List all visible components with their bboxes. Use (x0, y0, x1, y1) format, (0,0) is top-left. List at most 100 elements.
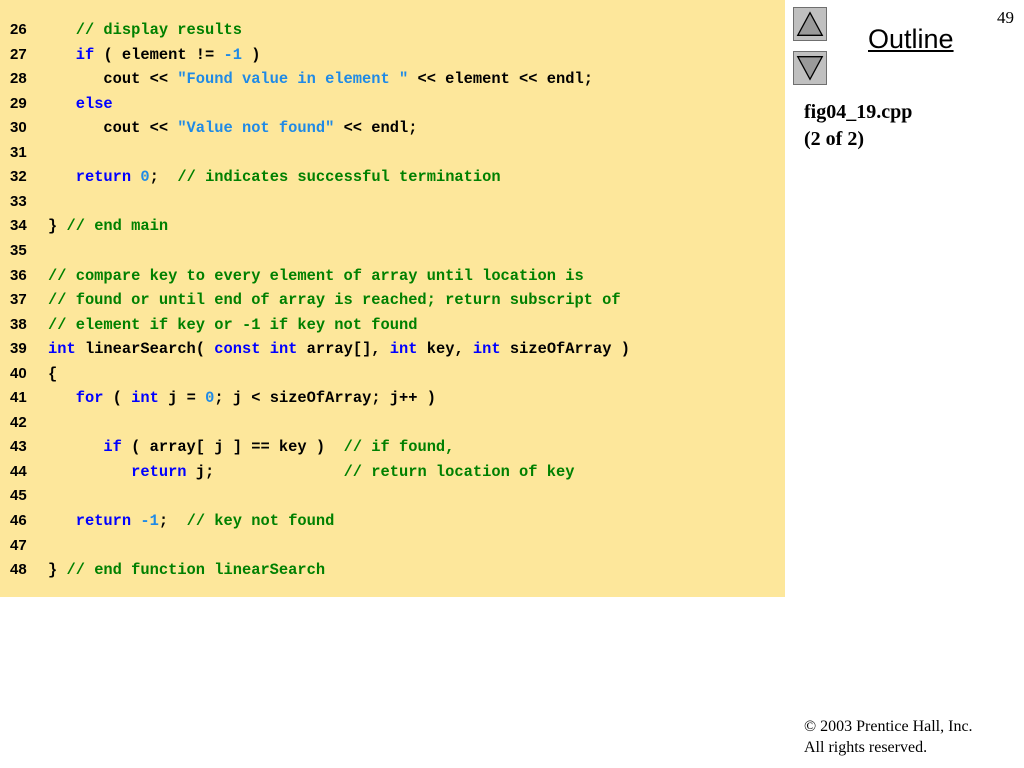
code-token-num: -1 (140, 512, 159, 530)
code-token-plain: } (48, 217, 67, 236)
line-number: 43 (10, 438, 27, 456)
code-token-plain: array[], (297, 340, 390, 359)
code-token-kw: return (75, 512, 132, 530)
code-text: // compare key to every element of array… (48, 264, 584, 288)
code-text: } // end function linearSearch (48, 558, 325, 582)
triangle-up-icon[interactable] (793, 7, 827, 41)
line-number: 27 (10, 45, 27, 63)
line-number: 29 (10, 94, 27, 112)
line-number: 32 (10, 168, 27, 186)
code-token-plain: j = (158, 389, 206, 408)
code-text: return 0; // indicates successful termin… (48, 165, 501, 189)
code-panel: 26 // display results 27 if ( element != … (0, 0, 785, 597)
code-token-plain: ( element != (94, 45, 224, 64)
code-token-plain: cout << (48, 119, 178, 138)
code-token-kw: if (75, 45, 95, 64)
code-token-plain: ) (242, 45, 261, 64)
file-part: (2 of 2) (804, 128, 864, 150)
page-number: 49 (997, 8, 1014, 27)
line-number: 46 (10, 512, 27, 529)
code-token-kw: int (269, 340, 298, 359)
code-token-comment: // element if key or -1 if key not found (48, 315, 418, 334)
line-number: 28 (10, 70, 27, 88)
code-token-comment: // end main (66, 217, 169, 236)
line-number: 41 (10, 389, 27, 407)
line-number: 48 (10, 561, 27, 579)
line-number: 45 (10, 487, 27, 505)
line-number: 30 (10, 119, 27, 137)
triangle-down-icon[interactable] (793, 51, 827, 85)
code-text: return j; // return location of key (48, 460, 574, 484)
code-token-plain: ; (149, 168, 178, 187)
code-token-str: "Found value in element " (177, 70, 409, 89)
code-token-plain: << endl; (334, 119, 418, 138)
line-number: 26 (10, 21, 27, 38)
file-name: fig04_19.cpp (804, 101, 913, 123)
code-text: return -1; // key not found (48, 509, 335, 533)
code-token-num: 0 (205, 389, 215, 408)
code-text: cout << "Value not found" << endl; (48, 116, 417, 140)
line-number: 39 (10, 340, 27, 358)
code-token-plain: ( (103, 389, 132, 408)
code-token-plain: j; (186, 462, 344, 481)
code-token-kw: int (131, 389, 159, 408)
line-number: 36 (10, 266, 27, 284)
code-token-plain: sizeOfArray ) (500, 340, 630, 359)
code-token-comment: // compare key to every element of array… (48, 266, 584, 285)
outline-link[interactable]: Outline (868, 24, 954, 55)
code-token-kw: const (214, 340, 261, 359)
code-text: if ( element != -1 ) (48, 43, 261, 67)
code-token-kw: for (75, 389, 104, 408)
copyright-line-2: All rights reserved. (804, 739, 928, 756)
code-text: // element if key or -1 if key not found (48, 313, 417, 337)
code-text: cout << "Found value in element " << ele… (48, 67, 593, 91)
code-token-num: 0 (140, 168, 150, 187)
line-number: 40 (10, 364, 27, 382)
line-number: 47 (10, 536, 27, 554)
code-token-plain: ( array[ j ] == key ) (121, 438, 344, 457)
code-token-plain: << element << endl; (408, 70, 593, 89)
code-text: // found or until end of array is reache… (48, 288, 621, 312)
code-token-plain: ; (158, 512, 187, 530)
code-token-comment: // found or until end of array is reache… (48, 291, 621, 310)
code-token-plain: cout << (48, 70, 178, 89)
code-token-kw: int (389, 340, 418, 359)
up-arrow-icon (796, 11, 824, 36)
code-token-comment: // display results (48, 21, 242, 39)
code-token-plain: key, (417, 340, 473, 359)
code-text: else (48, 92, 113, 116)
line-number: 37 (10, 291, 27, 309)
line-number: 44 (10, 462, 27, 480)
down-arrow-icon (796, 56, 824, 81)
line-number: 38 (10, 315, 27, 333)
code-token-comment: // if found, (343, 438, 455, 457)
code-token-comment: // end function linearSearch (66, 561, 326, 580)
code-token-comment: // return location of key (343, 462, 575, 481)
line-number: 31 (10, 143, 27, 161)
code-token-kw: else (75, 94, 113, 113)
line-number: 35 (10, 241, 27, 259)
copyright-line-1: © 2003 Prentice Hall, Inc. (804, 718, 973, 735)
code-token-plain: linearSearch( (75, 340, 215, 359)
code-text: // display results (48, 18, 242, 42)
code-token-comment: // indicates successful termination (177, 168, 501, 187)
line-number: 33 (10, 192, 27, 210)
line-number: 34 (10, 217, 27, 235)
code-token-num: -1 (223, 45, 242, 64)
code-text: int linearSearch( const int array[], int… (48, 337, 630, 361)
code-token-kw: if (103, 438, 122, 457)
code-token-plain: { (48, 364, 58, 383)
code-token-plain: } (48, 561, 67, 580)
code-token-kw: int (472, 340, 501, 359)
code-token-kw: return (75, 168, 132, 187)
code-text: } // end main (48, 214, 168, 238)
code-token-kw: return (131, 462, 187, 481)
code-text: if ( array[ j ] == key ) // if found, (48, 435, 454, 459)
